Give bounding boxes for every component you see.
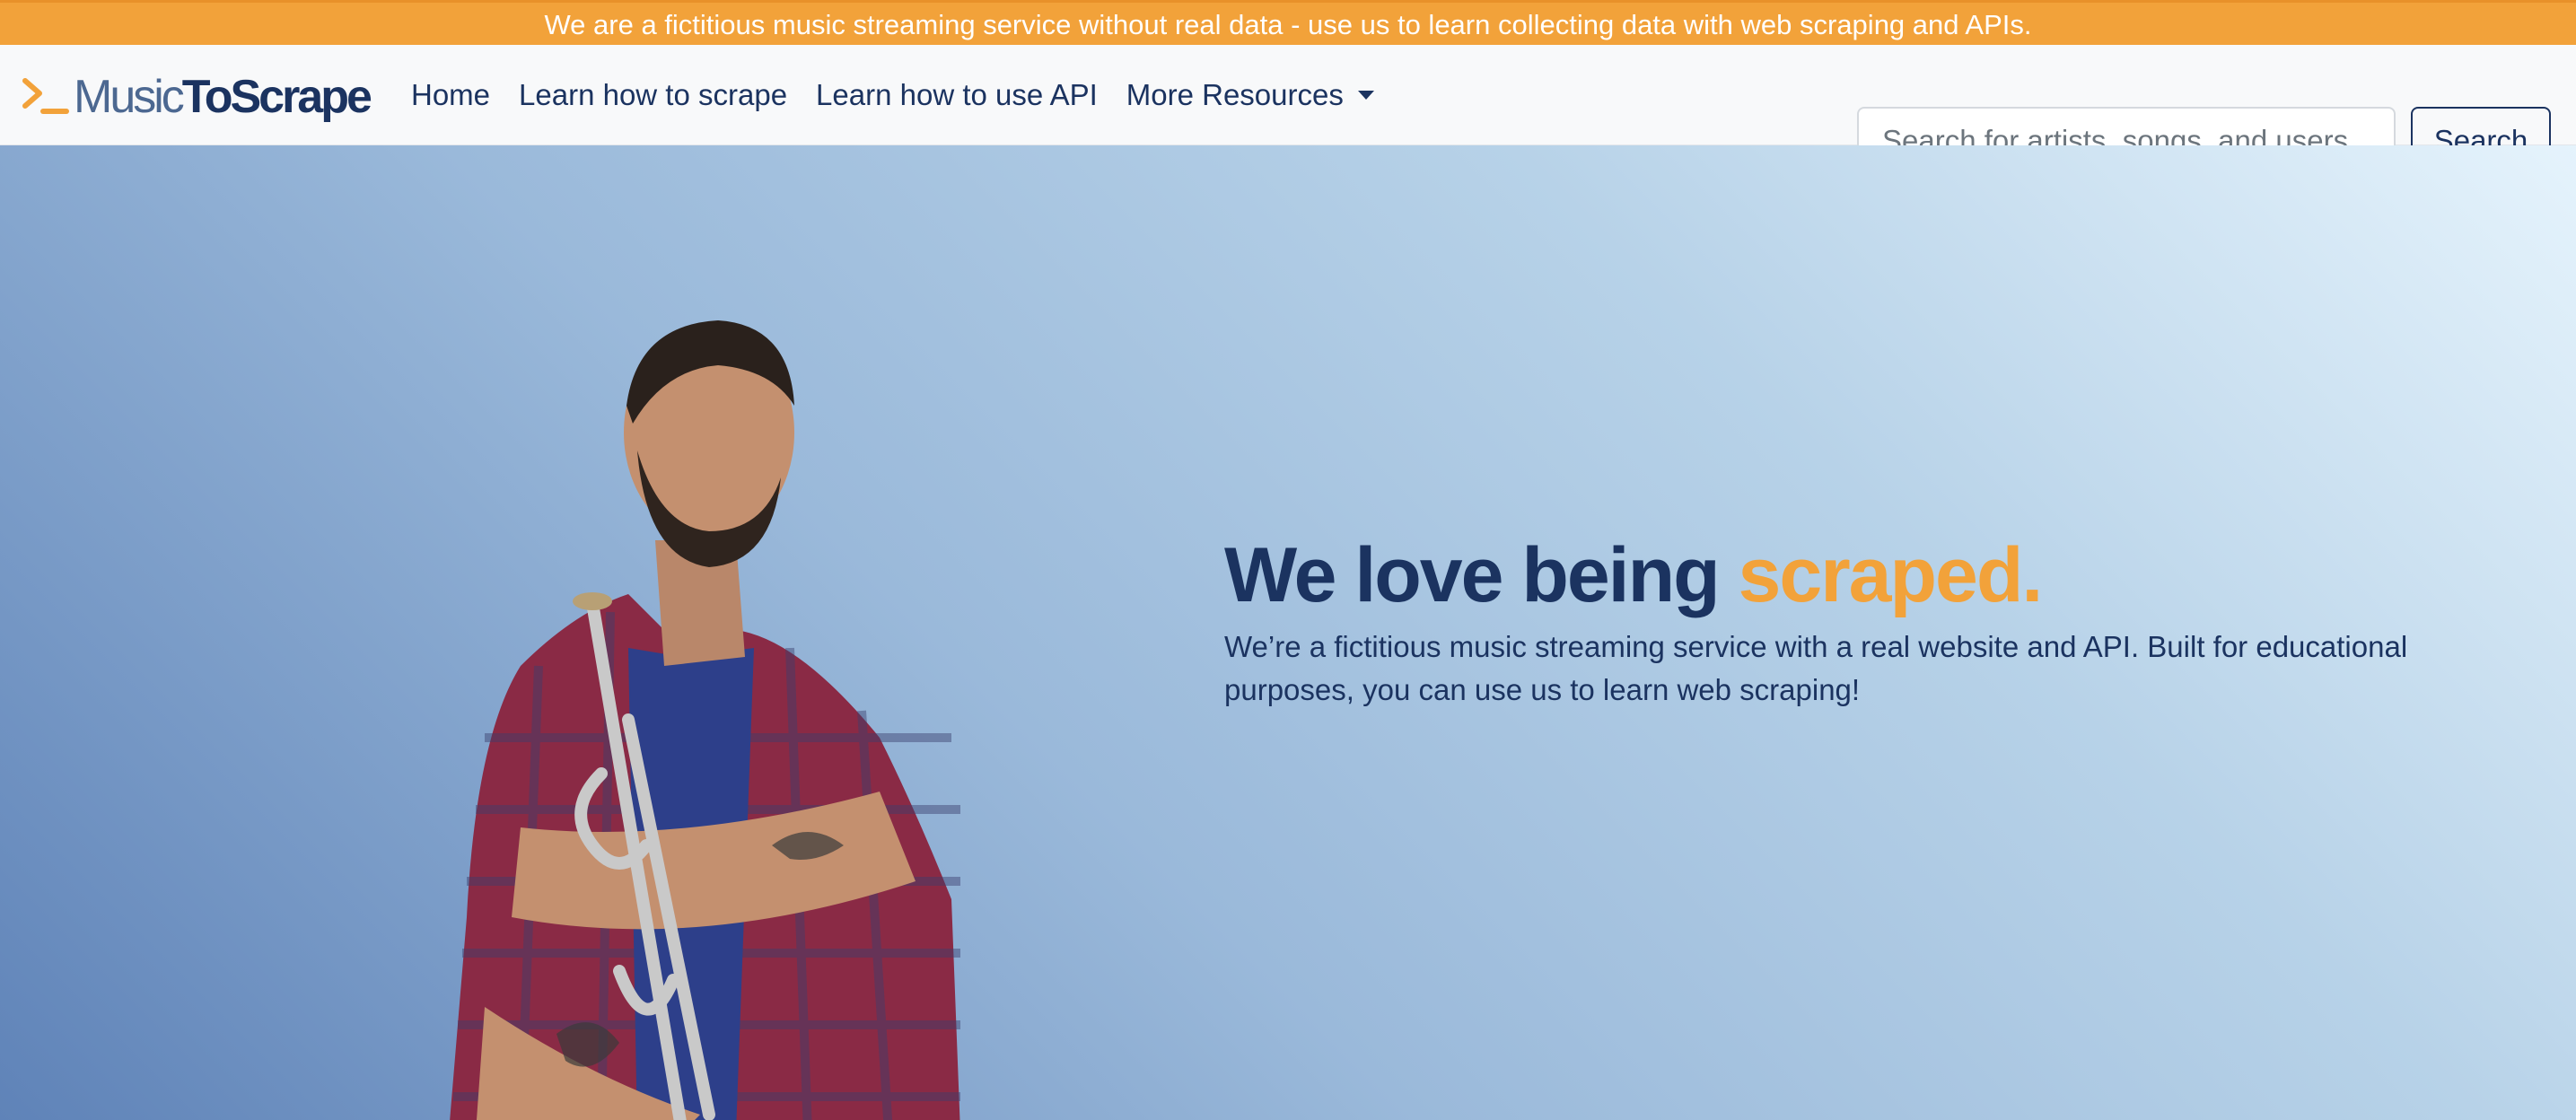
hero-headline: We love being scraped. [1224,531,2044,620]
announcement-banner: We are a fictitious music streaming serv… [0,0,2576,45]
nav-learn-scrape[interactable]: Learn how to scrape [519,78,787,112]
nav-home[interactable]: Home [411,78,490,112]
top-navbar: Music ToScrape Home Learn how to scrape … [0,45,2576,174]
brand-logo[interactable]: Music ToScrape [22,71,372,123]
brand-name-part1: Music [74,71,185,123]
trumpet-player-photo [450,320,960,1120]
headline-accent: scraped. [1738,532,2044,618]
brand-name-part2: ToScrape [181,71,372,123]
nav-more-resources-dropdown[interactable]: More Resources [1126,78,1374,112]
nav-links: Home Learn how to scrape Learn how to us… [411,45,1403,145]
more-resources-label: More Resources [1126,78,1344,111]
headline-main: We love being [1224,532,1739,618]
nav-learn-api[interactable]: Learn how to use API [816,78,1098,112]
banner-text: We are a fictitious music streaming serv… [544,9,2032,40]
caret-down-icon [1357,91,1374,100]
terminal-prompt-icon [22,78,69,114]
hero-subtext: We’re a fictitious music streaming servi… [1224,630,2408,706]
hero-section: We love being scraped. We’re a fictitiou… [0,145,2576,1120]
